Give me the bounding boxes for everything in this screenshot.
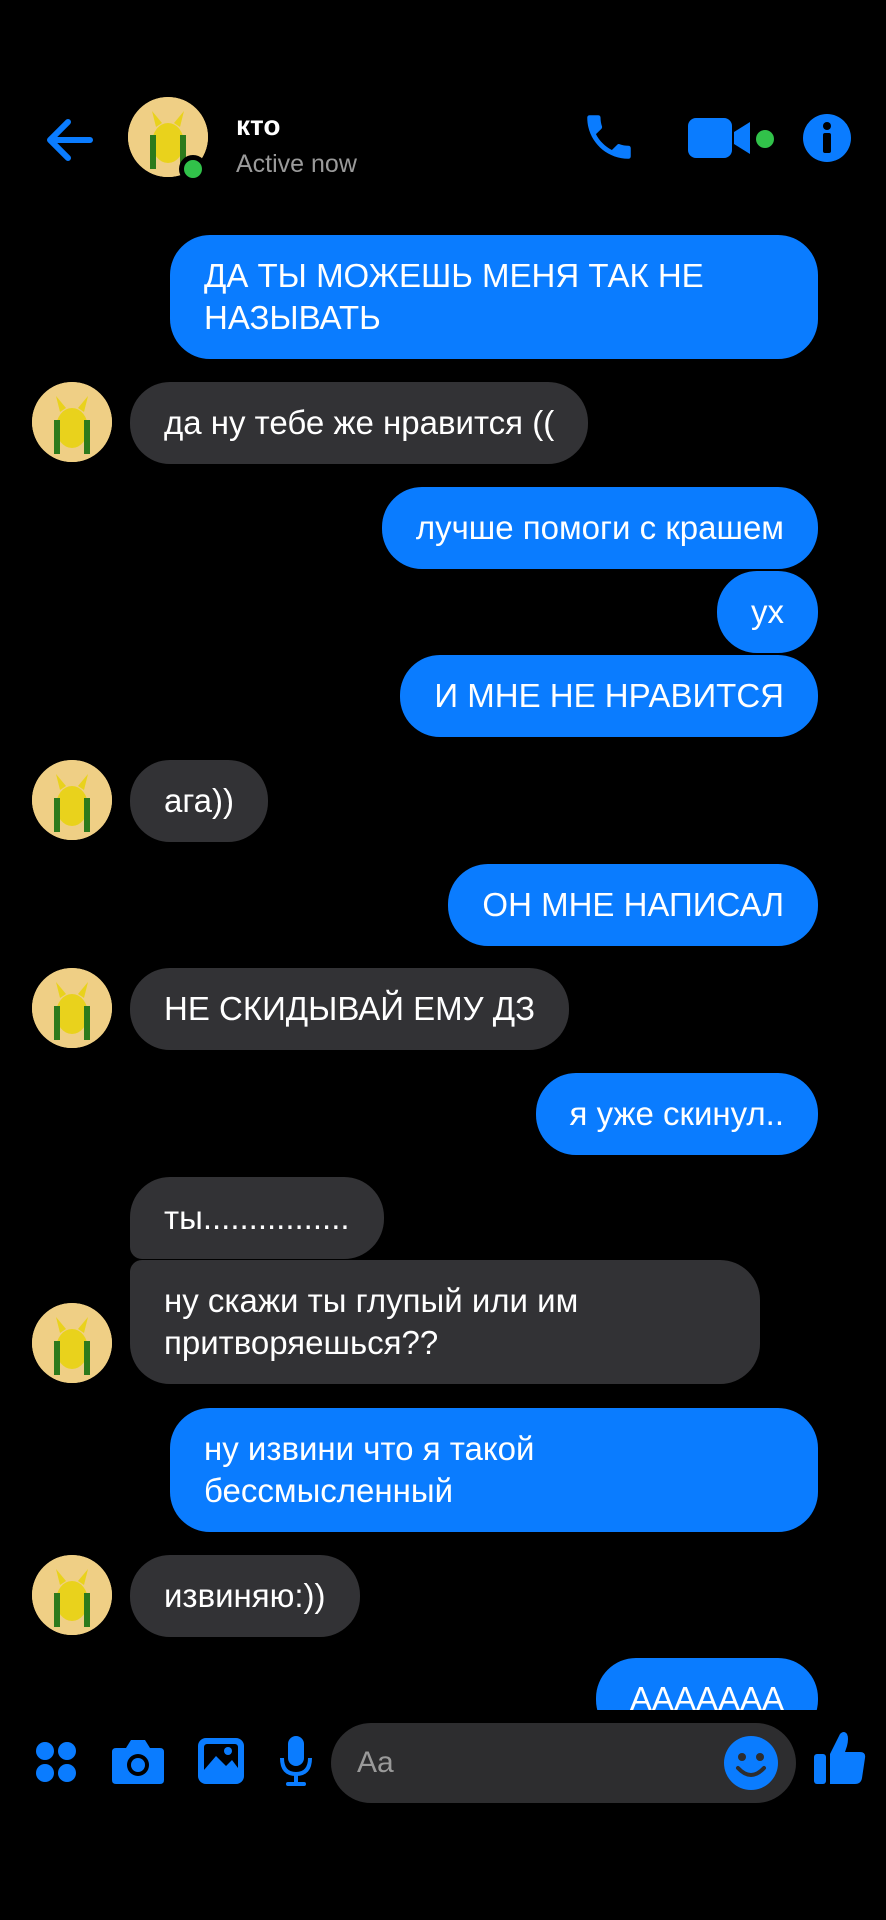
message-incoming[interactable]: ага))	[130, 760, 268, 842]
sender-avatar[interactable]	[32, 382, 112, 462]
sender-avatar[interactable]	[32, 968, 112, 1048]
microphone-icon[interactable]	[278, 1734, 314, 1788]
message-outgoing[interactable]: ОН МНЕ НАПИСАЛ	[448, 864, 818, 946]
video-call-icon[interactable]	[688, 116, 758, 160]
contact-name[interactable]: кто	[236, 110, 280, 142]
pikachu-avatar-icon	[32, 1303, 112, 1383]
message-incoming[interactable]: да ну тебе же нравится ((	[130, 382, 589, 464]
message-incoming[interactable]: ну скажи ты глупый или им притворяешься?…	[130, 1260, 760, 1384]
phone-call-icon[interactable]	[580, 108, 638, 166]
message-list[interactable]: ДА ТЫ МОЖЕШЬ МЕНЯ ТАК НЕ НАЗЫВАТЬ да ну …	[0, 230, 886, 1710]
message-incoming[interactable]: НЕ СКИДЫВАЙ ЕМУ ДЗ	[130, 968, 570, 1050]
pikachu-avatar-icon	[32, 968, 112, 1048]
emoji-icon[interactable]	[722, 1734, 780, 1792]
apps-grid-icon[interactable]	[34, 1740, 78, 1784]
chat-header: кто Active now	[0, 0, 886, 230]
pikachu-avatar-icon	[32, 1555, 112, 1635]
contact-status: Active now	[236, 150, 357, 178]
message-outgoing[interactable]: ДА ТЫ МОЖЕШЬ МЕНЯ ТАК НЕ НАЗЫВАТЬ	[170, 235, 818, 359]
message-outgoing[interactable]: лучше помоги с крашем	[381, 487, 818, 569]
video-active-dot	[756, 130, 774, 148]
pikachu-avatar-icon	[32, 382, 112, 462]
online-indicator	[179, 155, 207, 183]
pikachu-avatar-icon	[32, 760, 112, 840]
message-incoming[interactable]: ты................	[130, 1177, 384, 1259]
sender-avatar[interactable]	[32, 1555, 112, 1635]
message-input[interactable]	[357, 1723, 717, 1803]
message-outgoing[interactable]: И МНЕ НЕ НРАВИТСЯ	[400, 655, 818, 737]
photo-gallery-icon[interactable]	[196, 1736, 246, 1786]
message-incoming[interactable]: извиняю:))	[130, 1555, 360, 1637]
sender-avatar[interactable]	[32, 760, 112, 840]
message-outgoing[interactable]: ух	[717, 571, 818, 653]
info-icon[interactable]	[802, 113, 852, 163]
thumbs-up-icon[interactable]	[812, 1728, 868, 1788]
sender-avatar[interactable]	[32, 1303, 112, 1383]
message-outgoing[interactable]: я уже скинул..	[535, 1073, 818, 1155]
message-outgoing[interactable]: АААААAA	[595, 1658, 818, 1710]
back-arrow-icon[interactable]	[40, 110, 100, 170]
camera-icon[interactable]	[110, 1736, 166, 1786]
message-outgoing[interactable]: ну извини что я такой бессмысленный	[170, 1408, 818, 1532]
